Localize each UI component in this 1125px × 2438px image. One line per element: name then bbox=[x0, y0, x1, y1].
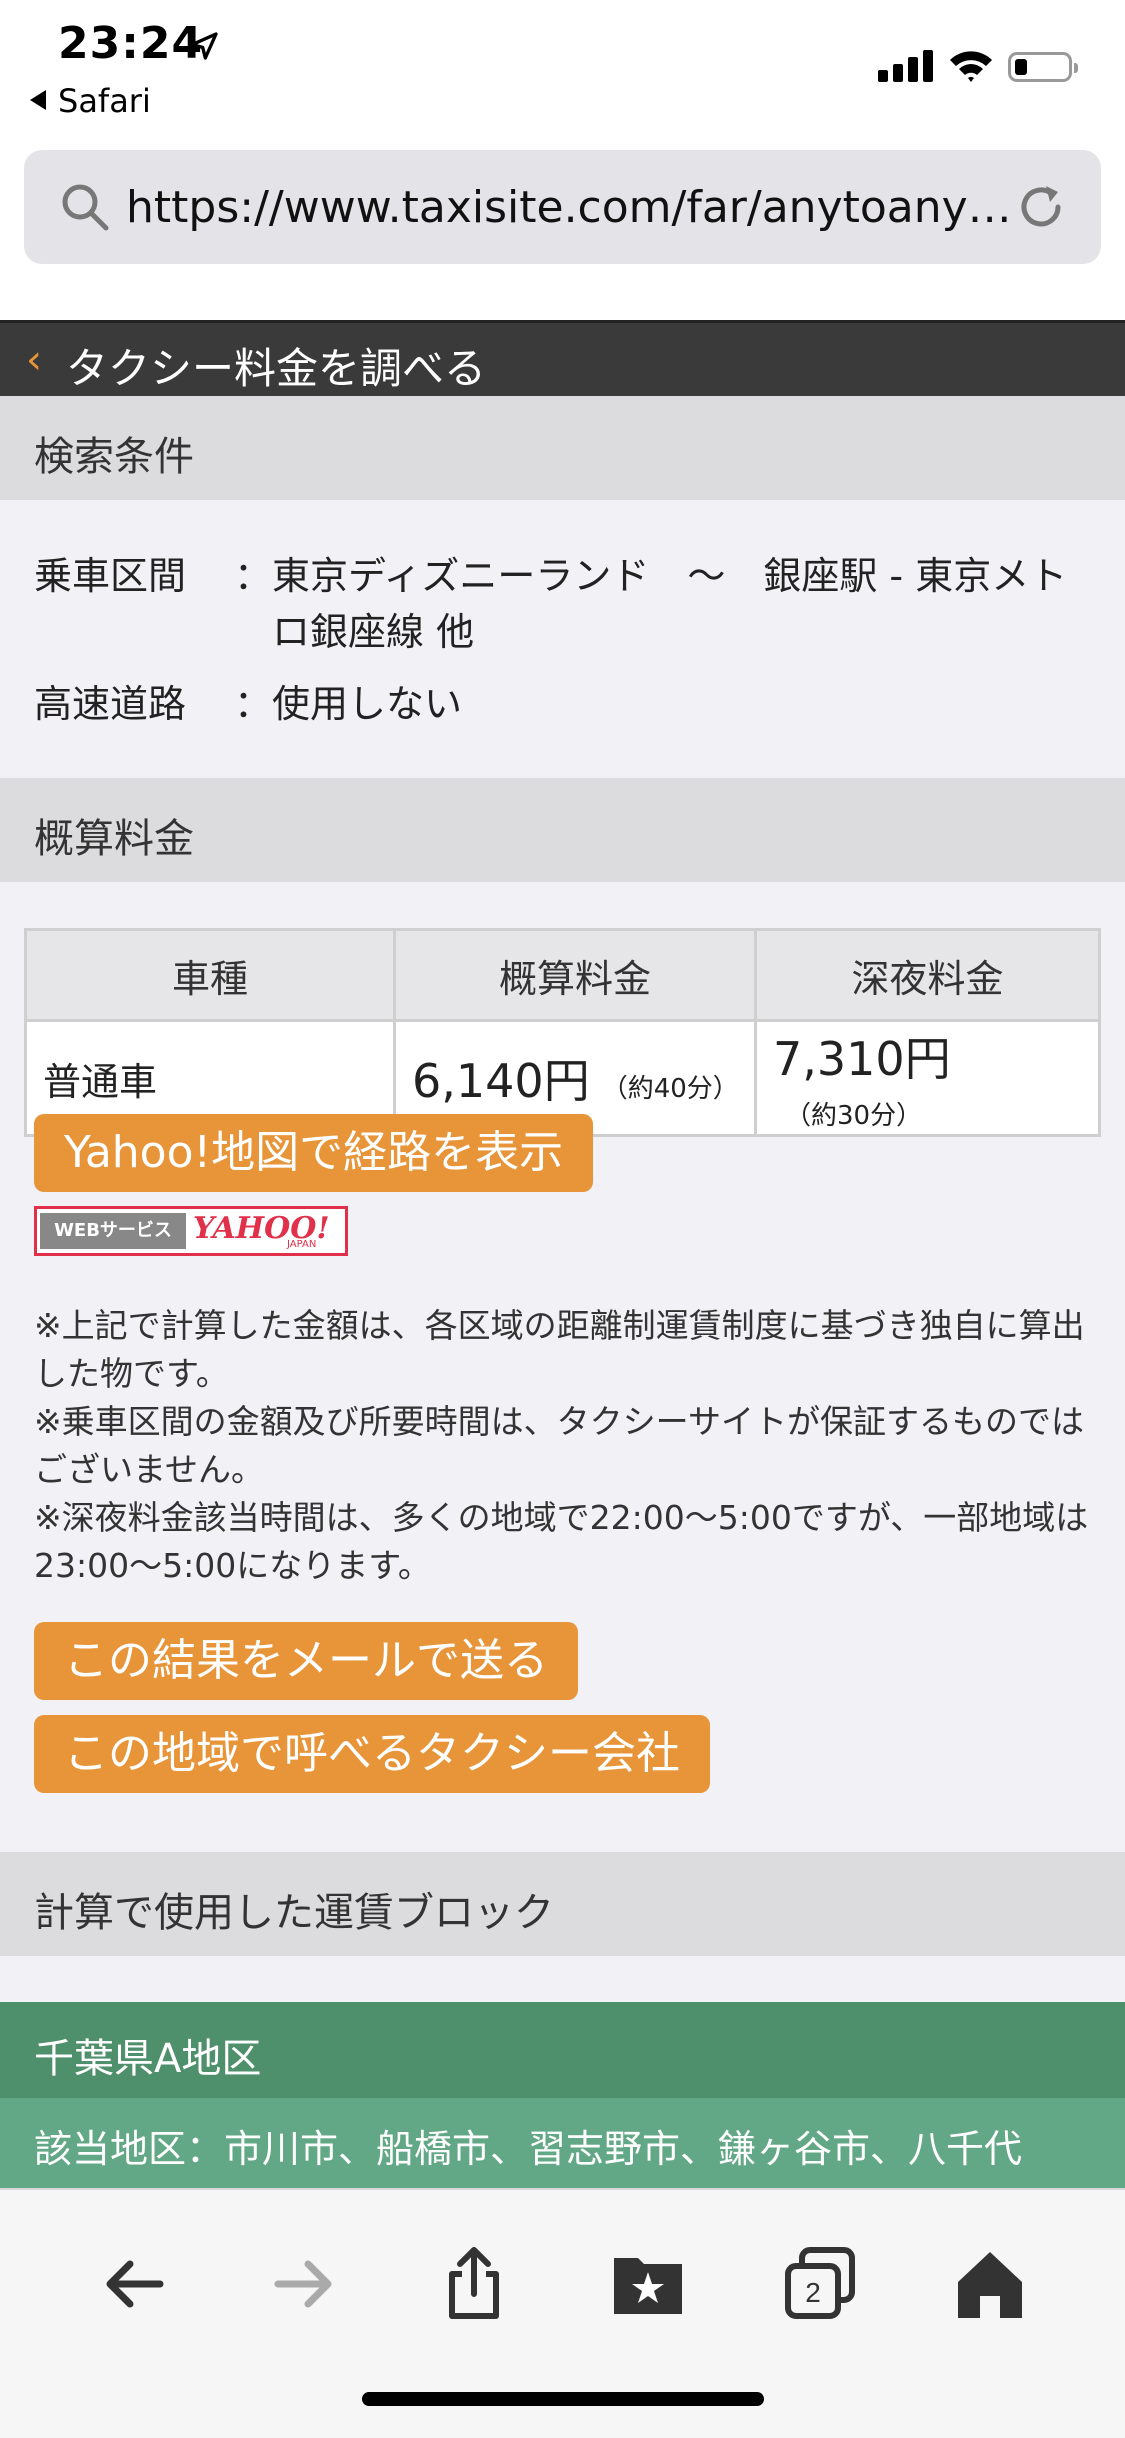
fare-table: 車種 概算料金 深夜料金 普通車 6,140円 （約40分） 7,310円（約30… bbox=[24, 928, 1101, 1137]
night-fare-value: 7,310円 bbox=[773, 1032, 951, 1086]
address-bar[interactable]: https://www.taxisite.com/far/anytoanyret… bbox=[24, 150, 1101, 264]
logo-japan-text: JAPAN bbox=[287, 1239, 317, 1250]
back-icon[interactable] bbox=[94, 2244, 174, 2324]
section-heading-label: 計算で使用した運賃ブロック bbox=[34, 1890, 554, 1936]
search-icon bbox=[62, 184, 109, 231]
home-icon[interactable] bbox=[950, 2244, 1030, 2324]
highway-colon: ： bbox=[234, 682, 273, 726]
yahoo-map-route-button[interactable]: Yahoo!地図で経路を表示 bbox=[34, 1114, 594, 1192]
chevron-left-icon[interactable]: ‹ bbox=[26, 337, 42, 383]
highway-label: 高速道路 bbox=[34, 682, 187, 726]
battery-icon bbox=[1008, 52, 1078, 82]
yahoo-web-services-logo[interactable]: WEBサービス YAHOO! JAPAN bbox=[34, 1206, 348, 1256]
column-header: 車種 bbox=[24, 928, 396, 1022]
wifi-icon bbox=[950, 51, 992, 82]
tabs-icon[interactable]: 2 bbox=[780, 2244, 860, 2324]
send-email-button[interactable]: この結果をメールで送る bbox=[34, 1622, 578, 1700]
area-detail: 該当地区：市川市、船橋市、習志野市、鎌ヶ谷市、八千代 bbox=[34, 2127, 1023, 2171]
area-block-title: 千葉県A地区 bbox=[0, 2002, 1125, 2098]
bookmarks-icon[interactable] bbox=[608, 2244, 688, 2324]
reload-icon[interactable] bbox=[1012, 178, 1070, 236]
fare-value: 6,140円 bbox=[412, 1054, 590, 1108]
cellular-signal-icon bbox=[878, 48, 934, 82]
note-item: ※深夜料金該当時間は、多くの地域で22:00〜5:00ですが、一部地域は23:0… bbox=[34, 1498, 1089, 1585]
logo-left-text: WEBサービス bbox=[40, 1213, 186, 1249]
home-indicator bbox=[362, 2392, 764, 2406]
back-triangle-icon bbox=[30, 90, 46, 110]
back-to-app-link[interactable]: Safari bbox=[30, 82, 151, 120]
forward-icon[interactable] bbox=[264, 2244, 344, 2324]
area-block-detail: 該当地区：市川市、船橋市、習志野市、鎌ヶ谷市、八千代 bbox=[0, 2098, 1125, 2188]
status-bar: 23:24 Safari bbox=[0, 0, 1125, 140]
area-name: 千葉県A地区 bbox=[34, 2036, 262, 2082]
browser-address-area: https://www.taxisite.com/far/anytoanyret… bbox=[0, 140, 1125, 320]
url-text[interactable]: https://www.taxisite.com/far/anytoanyret… bbox=[126, 182, 1016, 233]
highway-value: 使用しない bbox=[272, 682, 463, 726]
fare-table-header: 車種 概算料金 深夜料金 bbox=[24, 928, 1101, 1022]
route-colon: ： bbox=[234, 554, 273, 598]
note-item: ※乗車区間の金額及び所要時間は、タクシーサイトが保証するものではございません。 bbox=[34, 1402, 1084, 1489]
night-fare-cell: 7,310円 （約30分） bbox=[754, 1019, 1101, 1137]
column-header: 深夜料金 bbox=[754, 928, 1101, 1022]
highway-row: 高速道路 ： 使用しない bbox=[34, 676, 1094, 732]
column-header: 概算料金 bbox=[393, 928, 757, 1022]
clock: 23:24 bbox=[58, 18, 204, 69]
route-value: 東京ディズニーランド 〜 銀座駅 - 東京メトロ銀座線 他 bbox=[272, 554, 1068, 654]
fare-time: （約40分） bbox=[601, 1074, 739, 1104]
page-header: ‹ タクシー料金を調べる bbox=[0, 320, 1125, 396]
estimate-heading: 概算料金 bbox=[0, 778, 1125, 882]
share-icon[interactable] bbox=[434, 2244, 514, 2324]
note-item: ※上記で計算した金額は、各区域の距離制運賃制度に基づき独自に算出した物です。 bbox=[34, 1306, 1085, 1393]
route-row: 乗車区間 ： 東京ディズニーランド 〜 銀座駅 - 東京メトロ銀座線 他 bbox=[34, 548, 1094, 660]
night-fare-time: （約30分） bbox=[785, 1101, 923, 1131]
tabs-count: 2 bbox=[805, 2277, 821, 2308]
back-app-label: Safari bbox=[58, 82, 151, 120]
route-label: 乗車区間 bbox=[34, 554, 187, 598]
location-arrow-icon bbox=[190, 32, 218, 60]
section-heading-label: 検索条件 bbox=[34, 434, 194, 480]
disclaimer-notes: ※上記で計算した金額は、各区域の距離制運賃制度に基づき独自に算出した物です。 ※… bbox=[34, 1302, 1094, 1590]
fare-blocks-heading: 計算で使用した運賃ブロック bbox=[0, 1852, 1125, 1956]
section-heading-label: 概算料金 bbox=[34, 816, 194, 862]
page-title: タクシー料金を調べる bbox=[66, 344, 487, 393]
search-conditions-heading: 検索条件 bbox=[0, 396, 1125, 500]
taxi-companies-button[interactable]: この地域で呼べるタクシー会社 bbox=[34, 1715, 710, 1793]
